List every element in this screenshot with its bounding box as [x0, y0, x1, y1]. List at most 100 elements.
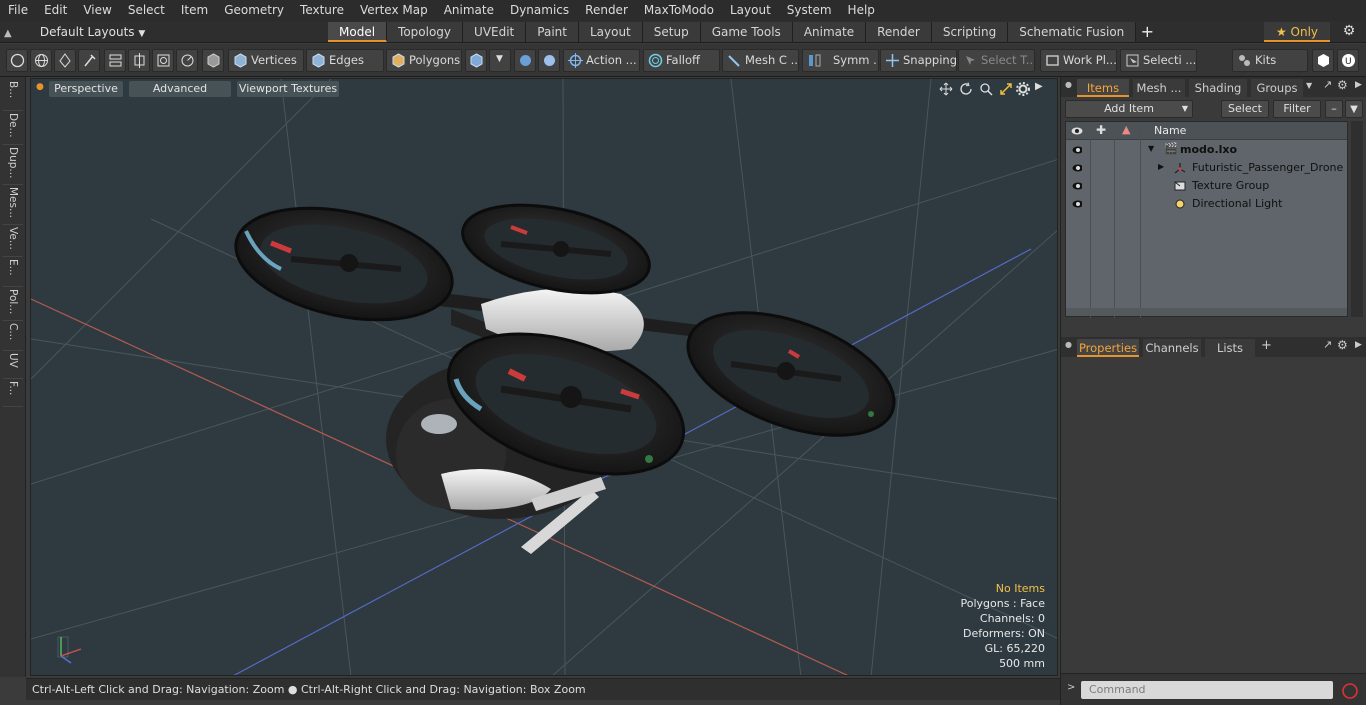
menu-maxtomodo[interactable]: MaxToModo	[636, 0, 722, 21]
only-toggle[interactable]: ★ Only	[1264, 22, 1330, 42]
mesh-constraint-button[interactable]: Mesh C ...	[722, 49, 799, 72]
rotate-button[interactable]	[176, 49, 198, 72]
left-tab-polygon[interactable]: Pol...	[3, 289, 23, 321]
panel-gear-icon[interactable]: ⚙	[1337, 338, 1348, 352]
action-center-button[interactable]: Action ...	[563, 49, 640, 72]
menu-texture[interactable]: Texture	[292, 0, 352, 21]
panel-arrow-icon[interactable]: ▶	[1355, 340, 1362, 350]
menu-file[interactable]: File	[0, 0, 36, 21]
visibility-eye-icon[interactable]	[1072, 181, 1082, 191]
command-input[interactable]: Command	[1081, 681, 1333, 699]
left-tab-fusion[interactable]: F...	[3, 381, 23, 407]
collapse-arrow-icon[interactable]: ▼	[1148, 144, 1154, 153]
tab-animate[interactable]: Animate	[792, 22, 867, 42]
funnel-button[interactable]: ▼	[1345, 100, 1363, 118]
perspective-button[interactable]: Perspective	[49, 81, 123, 97]
circle-select-button[interactable]	[6, 49, 28, 72]
menu-layout[interactable]: Layout	[722, 0, 779, 21]
tab-items[interactable]: Items	[1077, 79, 1129, 97]
symmetry-button[interactable]: Symm ...	[802, 49, 879, 72]
tab-schematic-fusion[interactable]: Schematic Fusion	[1008, 22, 1137, 42]
move-view-icon[interactable]	[939, 82, 953, 96]
panel-menu-dot[interactable]: ●	[1065, 80, 1072, 89]
tree-row-scene[interactable]: ▼ 🎬 modo.lxo	[1066, 141, 1347, 159]
left-tab-basic[interactable]: B...	[3, 81, 23, 111]
unity-button[interactable]	[1312, 49, 1334, 72]
tab-lists[interactable]: Lists	[1205, 339, 1255, 357]
panel-gear-icon[interactable]: ⚙	[1337, 78, 1348, 92]
filter-button[interactable]: Filter	[1273, 100, 1321, 118]
symmetry-toggle-button[interactable]	[514, 49, 536, 72]
viewport-menu-dot[interactable]: ●	[36, 82, 44, 92]
menu-item[interactable]: Item	[173, 0, 216, 21]
tab-game-tools[interactable]: Game Tools	[700, 22, 793, 42]
tab-layout[interactable]: Layout	[578, 22, 643, 42]
visibility-eye-icon[interactable]	[1072, 199, 1082, 209]
list-resize-handle[interactable]	[1066, 308, 1347, 316]
viewport-expand-icon[interactable]: ▶	[1035, 81, 1043, 92]
expand-arrow-icon[interactable]: ▶	[1158, 162, 1164, 171]
select-button[interactable]: Select	[1221, 100, 1269, 118]
collapse-button[interactable]: –	[1325, 100, 1343, 118]
brush-tool-button[interactable]	[78, 49, 100, 72]
tree-row-light[interactable]: Directional Light	[1066, 195, 1347, 213]
kits-button[interactable]: Kits	[1232, 49, 1308, 72]
fit-view-icon[interactable]	[999, 82, 1013, 96]
globe-button[interactable]	[30, 49, 52, 72]
item-mode-button[interactable]	[202, 49, 224, 72]
tab-topology[interactable]: Topology	[387, 22, 464, 42]
menu-vertex-map[interactable]: Vertex Map	[352, 0, 436, 21]
workplane-button[interactable]: Work Pl...	[1040, 49, 1117, 72]
expand-panel-icon[interactable]: ↗	[1323, 78, 1332, 91]
shading-toggle-button[interactable]	[538, 49, 560, 72]
name-column-header[interactable]: Name	[1154, 124, 1186, 137]
selection-sets-button[interactable]: Selecti ...	[1120, 49, 1197, 72]
panel-menu-dot[interactable]: ●	[1065, 340, 1072, 349]
gear-icon[interactable]: ⚙	[1338, 23, 1360, 41]
viewport-textures-button[interactable]: Viewport Textures	[237, 81, 339, 97]
snapping-button[interactable]: Snapping	[880, 49, 957, 72]
menu-select[interactable]: Select	[120, 0, 173, 21]
left-tab-curve[interactable]: C...	[3, 323, 23, 351]
tree-row-mesh[interactable]: ▶ Futuristic_Passenger_Drone	[1066, 159, 1347, 177]
chevron-down-icon[interactable]: ▼	[1306, 81, 1312, 90]
3d-viewport[interactable]: ● Perspective Advanced Viewport Textures…	[30, 78, 1058, 676]
polygons-button[interactable]: Polygons	[386, 49, 462, 72]
zoom-view-icon[interactable]	[979, 82, 993, 96]
unreal-button[interactable]: U	[1337, 49, 1359, 72]
visibility-eye-icon[interactable]	[1072, 145, 1082, 155]
advanced-shading-button[interactable]: Advanced	[129, 81, 231, 97]
left-tab-duplicate[interactable]: Dup...	[3, 147, 23, 185]
vertices-button[interactable]: Vertices	[228, 49, 304, 72]
material-dropdown[interactable]: ▼	[489, 49, 511, 72]
left-tab-deform[interactable]: De...	[3, 113, 23, 145]
add-tab-button[interactable]: +	[1136, 22, 1158, 42]
item-list-scrollbar[interactable]	[1351, 121, 1363, 317]
menu-dynamics[interactable]: Dynamics	[502, 0, 577, 21]
tab-setup[interactable]: Setup	[642, 22, 701, 42]
tab-mesh-ops[interactable]: Mesh ...	[1133, 79, 1185, 97]
menu-edit[interactable]: Edit	[36, 0, 75, 21]
material-button[interactable]	[465, 49, 487, 72]
menu-animate[interactable]: Animate	[436, 0, 502, 21]
center-button[interactable]	[128, 49, 150, 72]
left-tab-mesh-edit[interactable]: Mes...	[3, 187, 23, 225]
add-tab-icon[interactable]: +	[1261, 338, 1272, 353]
menu-view[interactable]: View	[75, 0, 119, 21]
menu-help[interactable]: Help	[840, 0, 883, 21]
tab-model[interactable]: Model	[328, 22, 388, 42]
left-tab-vertex[interactable]: Ve...	[3, 227, 23, 257]
select-through-button[interactable]: Select T...	[958, 49, 1035, 72]
snap-box-button[interactable]	[152, 49, 174, 72]
visibility-eye-icon[interactable]	[1072, 163, 1082, 173]
left-tab-uv[interactable]: UV	[3, 353, 23, 379]
expand-panel-icon[interactable]: ↗	[1323, 338, 1332, 351]
menu-system[interactable]: System	[779, 0, 840, 21]
tree-row-texture-group[interactable]: Texture Group	[1066, 177, 1347, 195]
align-button[interactable]	[104, 49, 126, 72]
menu-render[interactable]: Render	[577, 0, 636, 21]
tab-uvedit[interactable]: UVEdit	[463, 22, 527, 42]
record-icon[interactable]	[1341, 682, 1359, 700]
menu-geometry[interactable]: Geometry	[216, 0, 292, 21]
tab-groups[interactable]: Groups	[1251, 79, 1303, 97]
